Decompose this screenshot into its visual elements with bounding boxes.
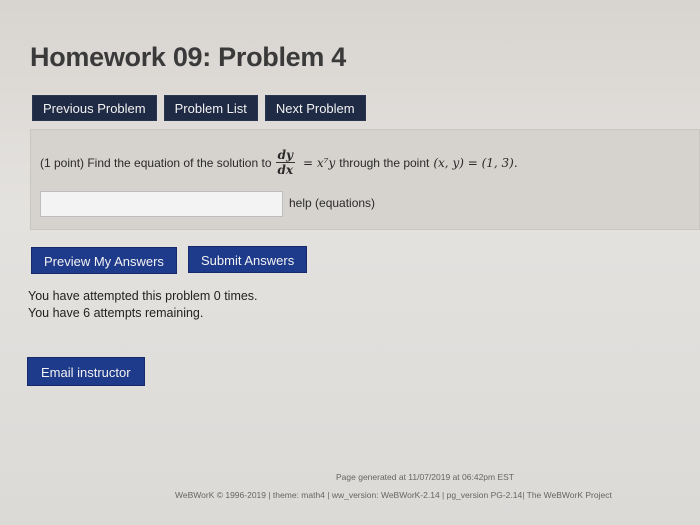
answer-input[interactable] — [40, 191, 283, 217]
derivative-fraction: dy dx — [275, 148, 296, 177]
help-equations-link[interactable]: help (equations) — [289, 196, 375, 210]
page-title: Homework 09: Problem 4 — [30, 42, 347, 72]
given-point: (x, y) = (1, 3). — [433, 155, 518, 170]
preview-answers-button[interactable]: Preview My Answers — [31, 247, 177, 274]
attempts-remaining: You have 6 attempts remaining. — [28, 306, 204, 320]
next-problem-button[interactable]: Next Problem — [264, 95, 366, 121]
page-generated-text: Page generated at 11/07/2019 at 06:42pm … — [336, 472, 515, 482]
submit-answers-button[interactable]: Submit Answers — [188, 246, 308, 273]
problem-navigation: Previous Problem Problem List Next Probl… — [32, 95, 366, 121]
email-instructor-button[interactable]: Email instructor — [27, 357, 145, 386]
previous-problem-button[interactable]: Previous Problem — [32, 95, 157, 121]
problem-list-button[interactable]: Problem List — [163, 95, 258, 121]
problem-statement: (1 point) Find the equation of the solut… — [40, 148, 522, 177]
fraction-denominator: dx — [277, 163, 294, 177]
footer-credits: WeBWorK © 1996-2019 | theme: math4 | ww_… — [175, 490, 612, 500]
equation-rhs: = x⁷y — [303, 155, 336, 170]
problem-prefix: (1 point) Find the equation of the solut… — [40, 155, 272, 170]
problem-suffix: through the point — [339, 155, 430, 170]
fraction-numerator: dy — [275, 148, 295, 163]
attempts-count: You have attempted this problem 0 times. — [28, 289, 258, 303]
attempts-info: You have attempted this problem 0 times.… — [28, 288, 258, 322]
